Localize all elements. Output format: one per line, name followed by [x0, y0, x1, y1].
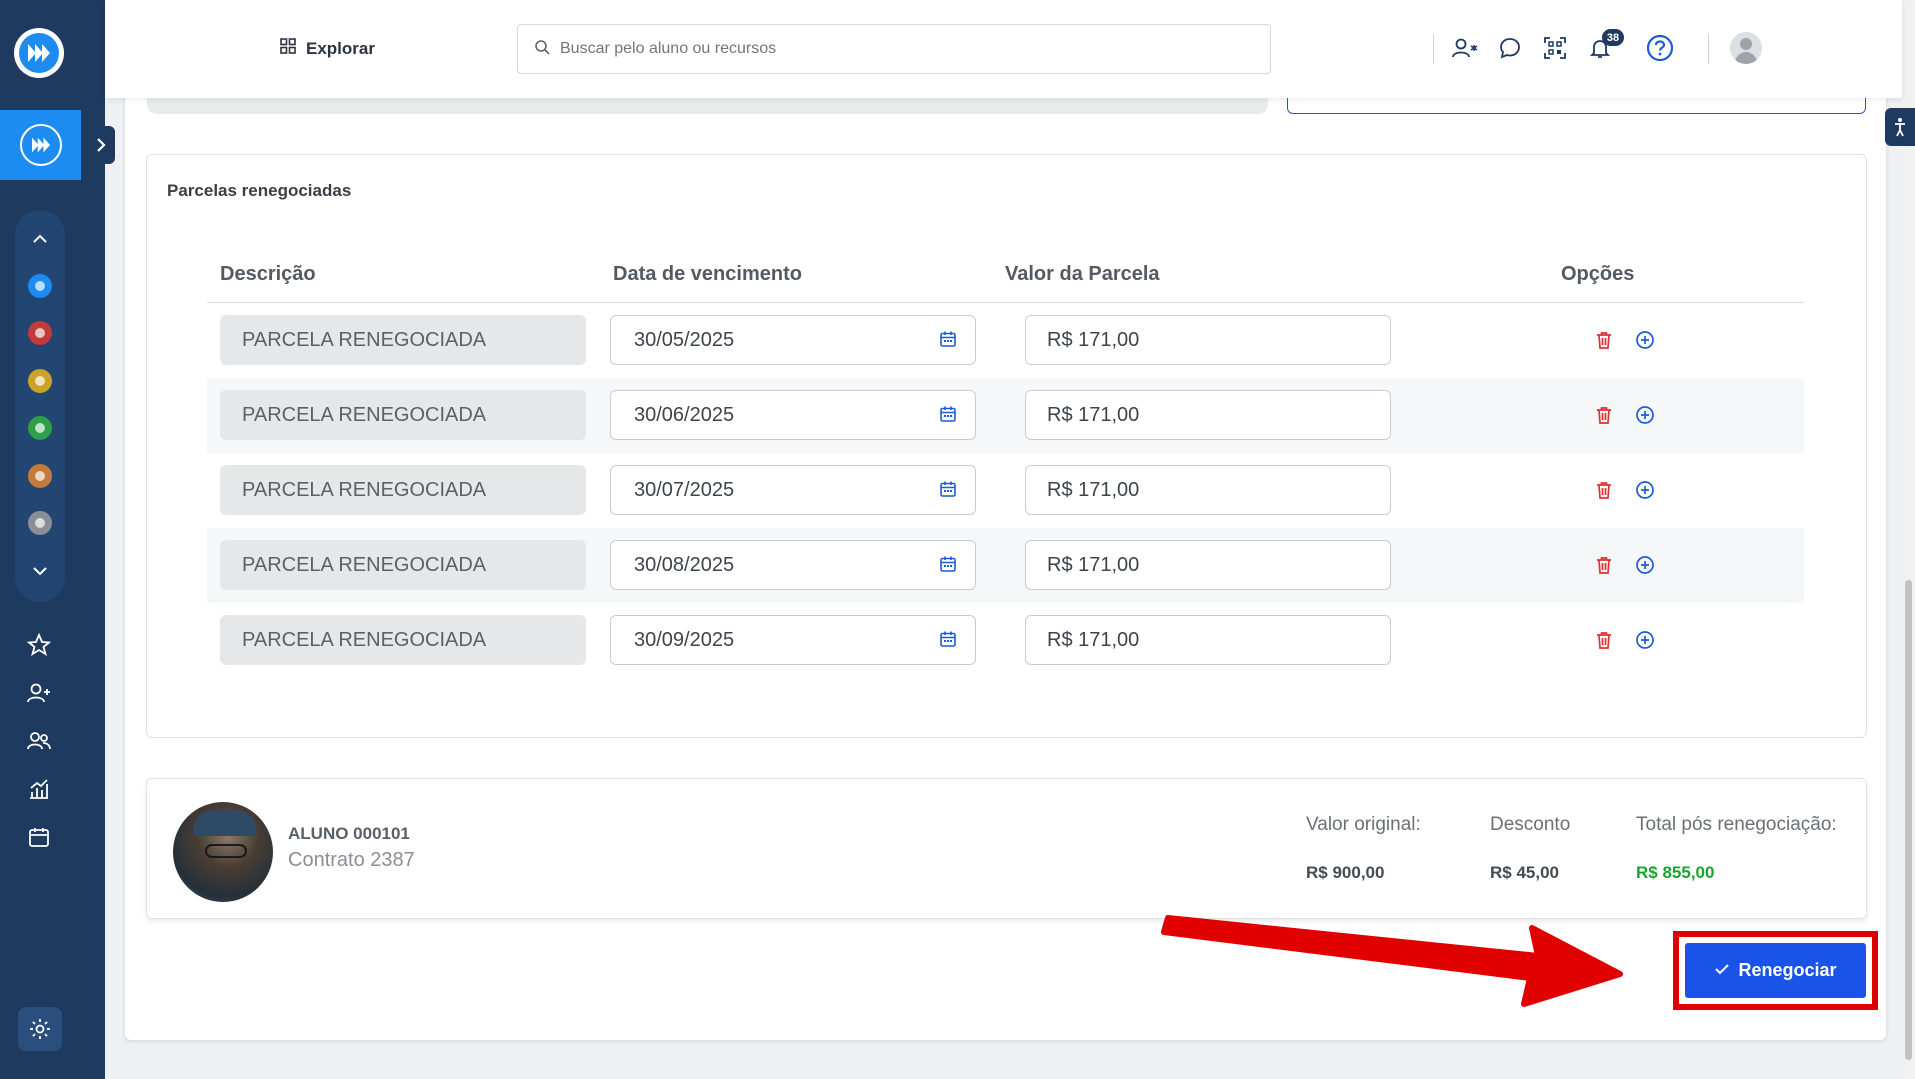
student-contract: Contrato 2387 [288, 849, 415, 871]
table-row: PARCELA RENEGOCIADA 30/07/2025 R$ 171,00 [207, 453, 1804, 528]
valor-field[interactable]: R$ 171,00 [1025, 615, 1391, 665]
search-icon [534, 39, 550, 60]
trash-icon[interactable] [1593, 329, 1615, 351]
unit-gray[interactable] [28, 511, 52, 535]
bell-icon[interactable]: 38 [1583, 29, 1624, 65]
chat-icon[interactable] [1493, 31, 1527, 65]
qr-code-icon[interactable] [1538, 31, 1572, 65]
table-row: PARCELA RENEGOCIADA 30/06/2025 R$ 171,00 [207, 378, 1804, 453]
vencimento-value: 30/09/2025 [634, 628, 735, 651]
person-add-icon[interactable] [1448, 31, 1482, 65]
parcelas-card: Parcelas renegociadas Descrição Data de … [146, 154, 1867, 738]
scrollbar[interactable] [1902, 0, 1915, 1079]
renegociar-button[interactable]: Renegociar [1685, 943, 1866, 998]
student-avatar [173, 802, 273, 902]
trash-icon[interactable] [1593, 554, 1615, 576]
explore-label: Explorar [306, 38, 375, 58]
column-header-descricao: Descrição [220, 263, 316, 285]
check-icon [1714, 960, 1730, 981]
calendar-nav-icon[interactable] [24, 822, 54, 852]
descricao-field[interactable]: PARCELA RENEGOCIADA [220, 315, 586, 365]
vencimento-field[interactable]: 30/07/2025 [610, 465, 976, 515]
help-icon[interactable] [1643, 31, 1677, 65]
header-divider-2 [1708, 34, 1709, 64]
header-divider [1433, 34, 1434, 64]
sidebar-expand-button[interactable] [86, 126, 115, 164]
vencimento-field[interactable]: 30/09/2025 [610, 615, 976, 665]
unit-switcher [15, 210, 65, 602]
notification-badge: 38 [1602, 29, 1624, 46]
explore-button[interactable]: Explorar [280, 38, 375, 59]
column-header-opcoes: Opções [1561, 263, 1635, 285]
chevron-down-icon[interactable] [15, 560, 65, 581]
settings-gear-icon[interactable] [18, 1007, 62, 1051]
vencimento-value: 30/05/2025 [634, 328, 735, 351]
unit-orange[interactable] [28, 464, 52, 488]
calendar-icon[interactable] [939, 480, 957, 504]
parcelas-title: Parcelas renegociadas [167, 181, 352, 200]
people-icon[interactable] [24, 726, 54, 756]
valor-field[interactable]: R$ 171,00 [1025, 465, 1391, 515]
valor-original-label: Valor original: [1306, 814, 1421, 835]
valor-field[interactable]: R$ 171,00 [1025, 390, 1391, 440]
table-row: PARCELA RENEGOCIADA 30/05/2025 R$ 171,00 [207, 303, 1804, 378]
valor-field[interactable]: R$ 171,00 [1025, 315, 1391, 365]
descricao-field[interactable]: PARCELA RENEGOCIADA [220, 465, 586, 515]
vencimento-value: 30/06/2025 [634, 403, 735, 426]
table-row: PARCELA RENEGOCIADA 30/09/2025 R$ 171,00 [207, 603, 1804, 678]
trash-icon[interactable] [1593, 629, 1615, 651]
chevron-up-icon[interactable] [15, 228, 65, 249]
plus-circle-icon[interactable] [1634, 404, 1656, 426]
renegociar-label: Renegociar [1738, 960, 1837, 980]
vencimento-value: 30/07/2025 [634, 478, 735, 501]
table-row: PARCELA RENEGOCIADA 30/08/2025 R$ 171,00 [207, 528, 1804, 603]
calendar-icon[interactable] [939, 630, 957, 654]
accessibility-icon[interactable] [1885, 108, 1915, 146]
calendar-icon[interactable] [939, 330, 957, 354]
descricao-field[interactable]: PARCELA RENEGOCIADA [220, 390, 586, 440]
desconto-label: Desconto [1490, 814, 1571, 835]
top-header: Explorar 38 [105, 0, 1902, 98]
active-unit-tile[interactable] [0, 110, 81, 180]
vencimento-field[interactable]: 30/05/2025 [610, 315, 976, 365]
valor-field[interactable]: R$ 171,00 [1025, 540, 1391, 590]
descricao-field[interactable]: PARCELA RENEGOCIADA [220, 615, 586, 665]
star-icon[interactable] [24, 630, 54, 660]
total-value: R$ 855,00 [1636, 863, 1715, 882]
person-add-nav-icon[interactable] [24, 678, 54, 708]
plus-circle-icon[interactable] [1634, 629, 1656, 651]
user-avatar[interactable] [1730, 32, 1762, 64]
unit-blue[interactable] [28, 274, 52, 298]
search-input[interactable] [560, 40, 1240, 58]
unit-green[interactable] [28, 416, 52, 440]
chart-icon[interactable] [24, 774, 54, 804]
unit-yellow[interactable] [28, 369, 52, 393]
column-header-vencimento: Data de vencimento [613, 263, 802, 285]
calendar-icon[interactable] [939, 405, 957, 429]
brand-logo-icon[interactable] [14, 28, 64, 78]
valor-original-value: R$ 900,00 [1306, 863, 1385, 882]
plus-circle-icon[interactable] [1634, 329, 1656, 351]
plus-circle-icon[interactable] [1634, 479, 1656, 501]
trash-icon[interactable] [1593, 479, 1615, 501]
student-name: ALUNO 000101 [288, 824, 410, 843]
vencimento-value: 30/08/2025 [634, 553, 735, 576]
descricao-field[interactable]: PARCELA RENEGOCIADA [220, 540, 586, 590]
summary-card: ALUNO 000101 Contrato 2387 Valor origina… [146, 778, 1867, 919]
calendar-icon[interactable] [939, 555, 957, 579]
trash-icon[interactable] [1593, 404, 1615, 426]
grid-icon [280, 38, 296, 59]
scrollbar-thumb[interactable] [1905, 580, 1912, 1060]
plus-circle-icon[interactable] [1634, 554, 1656, 576]
desconto-value: R$ 45,00 [1490, 863, 1559, 882]
vencimento-field[interactable]: 30/08/2025 [610, 540, 976, 590]
unit-red[interactable] [28, 321, 52, 345]
total-label: Total pós renegociação: [1636, 814, 1837, 835]
column-header-valor: Valor da Parcela [1005, 263, 1160, 285]
vencimento-field[interactable]: 30/06/2025 [610, 390, 976, 440]
search-box[interactable] [517, 24, 1271, 74]
